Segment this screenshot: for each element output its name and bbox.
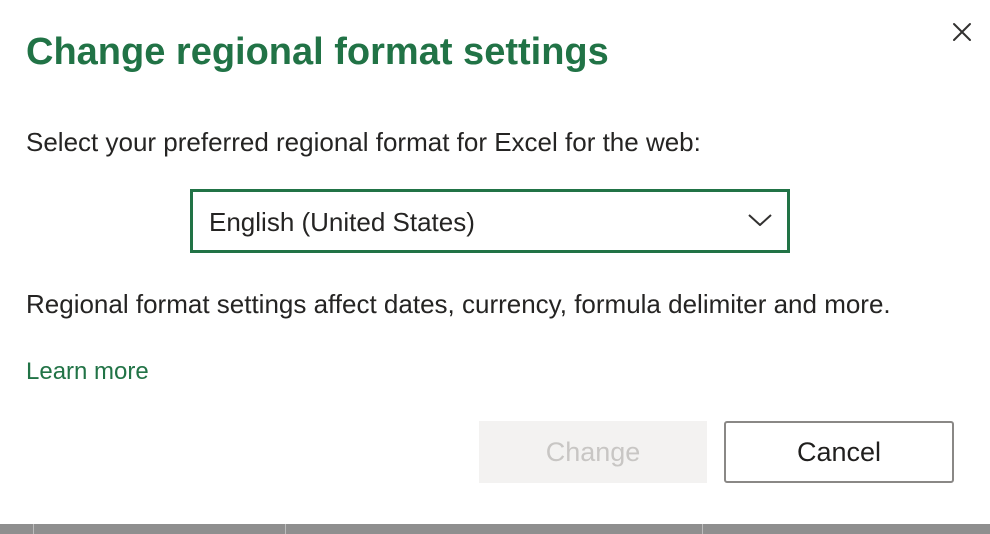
close-button[interactable] [946, 16, 978, 48]
chevron-down-icon [748, 214, 772, 226]
change-button[interactable]: Change [479, 421, 707, 483]
background-sheet-edge [0, 524, 990, 534]
sheet-gridline [285, 524, 286, 534]
selected-format-value: English (United States) [209, 207, 475, 237]
regional-format-select[interactable]: English (United States) [190, 189, 790, 253]
regional-format-dialog: Change regional format settings Select y… [0, 0, 990, 524]
learn-more-link[interactable]: Learn more [26, 355, 149, 389]
sheet-gridline [33, 524, 34, 534]
format-info-text: Regional format settings affect dates, c… [26, 289, 891, 319]
sheet-gridline [702, 524, 703, 534]
format-prompt: Select your preferred regional format fo… [26, 127, 701, 157]
cancel-button[interactable]: Cancel [724, 421, 954, 483]
close-icon [953, 23, 971, 41]
dialog-title: Change regional format settings [26, 31, 609, 73]
